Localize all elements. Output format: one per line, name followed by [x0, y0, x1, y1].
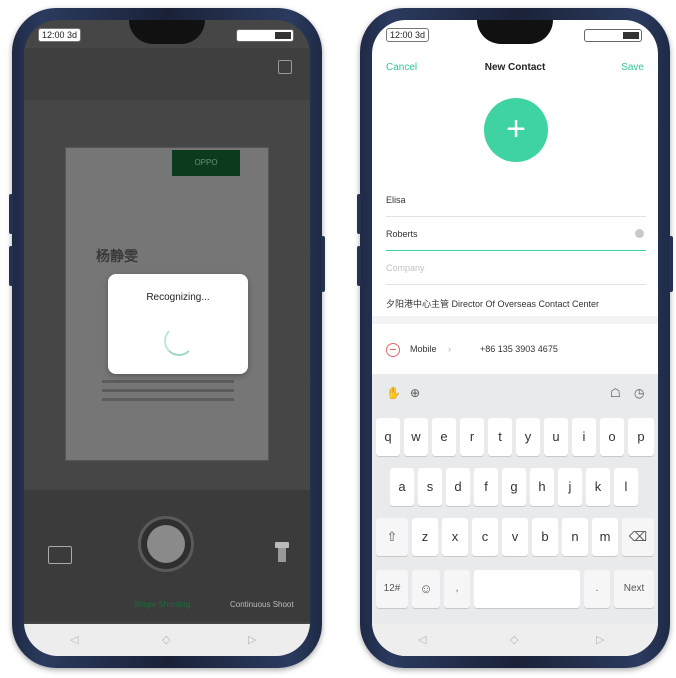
phone-scanner: 12:00 3d OPPO 杨静雯 Recognizing... Single … [9, 8, 325, 668]
battery-icon [584, 29, 642, 42]
next-key[interactable]: Next [614, 570, 654, 608]
key-g[interactable]: g [502, 468, 526, 506]
key-v[interactable]: v [502, 518, 528, 556]
key-s[interactable]: s [418, 468, 442, 506]
close-icon[interactable] [278, 60, 292, 74]
battery-icon [236, 29, 294, 42]
job-title-value: 夕阳港中心主管 Director Of Overseas Contact Cen… [386, 299, 600, 309]
remove-phone-icon[interactable] [386, 343, 400, 357]
period-key[interactable]: . [584, 570, 610, 608]
volume-button [9, 194, 13, 234]
space-key[interactable] [474, 570, 580, 608]
nav-home-icon[interactable]: ◇ [510, 633, 518, 646]
volume-button [357, 194, 361, 234]
hand-icon[interactable]: ✋ [386, 386, 401, 400]
power-button [321, 236, 325, 292]
key-u[interactable]: u [544, 418, 568, 456]
phone-number-field[interactable]: +86 135 3903 4675 [480, 344, 558, 354]
phone-contact: 12:00 3d Cancel New Contact Save + Elisa… [357, 8, 673, 668]
card-name: 杨静雯 [96, 248, 138, 264]
card-logo: OPPO [172, 150, 240, 176]
backspace-key[interactable]: ⌫ [622, 518, 654, 556]
camera-notch [477, 20, 553, 44]
card-text-lines [102, 380, 234, 416]
gallery-icon[interactable] [48, 546, 72, 564]
add-photo-button[interactable]: + [484, 98, 548, 162]
key-c[interactable]: c [472, 518, 498, 556]
key-t[interactable]: t [488, 418, 512, 456]
flashlight-icon[interactable] [275, 542, 289, 564]
key-m[interactable]: m [592, 518, 618, 556]
phone-type-label[interactable]: Mobile [410, 344, 437, 354]
first-name-field[interactable]: Elisa [386, 184, 646, 217]
contact-header: Cancel New Contact Save [372, 60, 658, 80]
key-k[interactable]: k [586, 468, 610, 506]
shift-key[interactable]: ⇧ [376, 518, 408, 556]
save-button[interactable]: Save [621, 62, 644, 73]
key-b[interactable]: b [532, 518, 558, 556]
first-name-value: Elisa [386, 195, 406, 205]
nav-recent-icon[interactable]: ▷ [596, 633, 604, 646]
status-time: 12:00 3d [386, 28, 430, 42]
key-z[interactable]: z [412, 518, 438, 556]
phone-row: Mobile › +86 135 3903 4675 [386, 336, 648, 364]
loading-spinner-icon [164, 326, 194, 356]
key-h[interactable]: h [530, 468, 554, 506]
new-contact-screen: 12:00 3d Cancel New Contact Save + Elisa… [372, 20, 658, 656]
soft-keyboard: ✋ ⊕ ☖ ◷ q w e r t y u i o p a s d f g h … [372, 374, 658, 624]
comma-key[interactable]: , [444, 570, 470, 608]
key-d[interactable]: d [446, 468, 470, 506]
navigation-bar: ◁ ◇ ▷ [372, 624, 658, 656]
last-name-value: Roberts [386, 229, 418, 239]
key-r[interactable]: r [460, 418, 484, 456]
key-y[interactable]: y [516, 418, 540, 456]
company-placeholder: Company [386, 263, 425, 273]
last-name-field[interactable]: Roberts [386, 218, 646, 251]
theme-icon[interactable]: ☖ [610, 386, 621, 400]
status-time: 12:00 3d [38, 28, 82, 42]
nav-home-icon[interactable]: ◇ [162, 633, 170, 646]
company-field[interactable]: Company [386, 252, 646, 285]
key-l[interactable]: l [614, 468, 638, 506]
recognizing-dialog: Recognizing... [108, 274, 248, 374]
key-e[interactable]: e [432, 418, 456, 456]
mode-single-shooting[interactable]: Single Shooting [134, 600, 190, 609]
key-x[interactable]: x [442, 518, 468, 556]
key-q[interactable]: q [376, 418, 400, 456]
page-title: New Contact [484, 62, 546, 73]
key-w[interactable]: w [404, 418, 428, 456]
volume-button [357, 246, 361, 286]
power-button [669, 236, 673, 292]
chevron-right-icon[interactable]: › [448, 344, 451, 354]
clock-icon[interactable]: ◷ [634, 386, 644, 400]
key-p[interactable]: p [628, 418, 654, 456]
job-title-field[interactable]: 夕阳港中心主管 Director Of Overseas Contact Cen… [386, 286, 646, 318]
nav-back-icon[interactable]: ◁ [418, 633, 426, 646]
dialog-title: Recognizing... [146, 292, 210, 303]
symbols-key[interactable]: 12# [376, 570, 408, 608]
mode-continuous-shooting[interactable]: Continuous Shoot [230, 600, 294, 609]
camera-notch [129, 20, 205, 44]
volume-button [9, 246, 13, 286]
nav-recent-icon[interactable]: ▷ [248, 633, 256, 646]
card-scanner-screen: 12:00 3d OPPO 杨静雯 Recognizing... Single … [24, 20, 310, 656]
nav-back-icon[interactable]: ◁ [70, 633, 78, 646]
key-f[interactable]: f [474, 468, 498, 506]
key-i[interactable]: i [572, 418, 596, 456]
key-j[interactable]: j [558, 468, 582, 506]
key-o[interactable]: o [600, 418, 624, 456]
clear-icon[interactable] [635, 229, 644, 238]
key-a[interactable]: a [390, 468, 414, 506]
shutter-button[interactable] [138, 516, 194, 572]
navigation-bar: ◁ ◇ ▷ [24, 624, 310, 656]
section-divider [372, 316, 658, 324]
emoji-key[interactable]: ☺ [412, 570, 440, 608]
key-n[interactable]: n [562, 518, 588, 556]
globe-icon[interactable]: ⊕ [410, 386, 420, 400]
scanner-header [24, 48, 310, 100]
